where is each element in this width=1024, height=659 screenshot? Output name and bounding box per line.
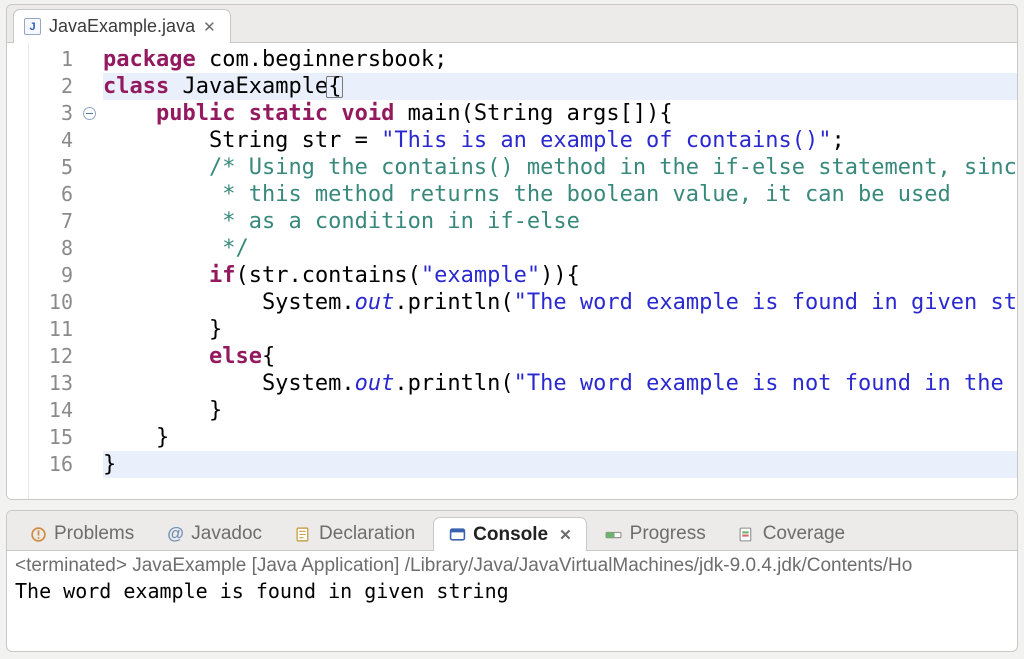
code-line[interactable]: if(str.contains("example")){ [103, 262, 1017, 289]
tab-coverage[interactable]: Coverage [724, 517, 859, 551]
tab-label: Declaration [319, 523, 415, 545]
tab-label: Javadoc [191, 523, 262, 545]
console-status-line: <terminated> JavaExample [Java Applicati… [15, 555, 1009, 577]
line-number-gutter: 12345678910111213141516 [29, 43, 81, 499]
bottom-tabbar: Problems @ Javadoc Declaration Console ✕ Progr… [7, 511, 1017, 551]
code-line[interactable]: System.out.println("The word example is … [103, 289, 1017, 316]
line-number: 14 [29, 397, 81, 424]
code-line[interactable]: String str = "This is an example of cont… [103, 127, 1017, 154]
editor-panel: J JavaExample.java ✕ 1234567891011121314… [6, 4, 1018, 500]
line-number: 2 [29, 73, 81, 100]
line-number: 1 [29, 46, 81, 73]
code-line[interactable]: } [103, 316, 1017, 343]
code-line[interactable]: */ [103, 235, 1017, 262]
java-file-icon: J [24, 18, 41, 35]
code-area[interactable]: package com.beginnersbook;class JavaExam… [103, 43, 1017, 499]
bottom-panel: Problems @ Javadoc Declaration Console ✕ Progr… [6, 510, 1018, 652]
line-number: 4 [29, 127, 81, 154]
code-line[interactable]: * as a condition in if-else [103, 208, 1017, 235]
tab-progress[interactable]: Progress [591, 517, 720, 551]
tab-console[interactable]: Console ✕ [433, 517, 587, 551]
editor-tabbar: J JavaExample.java ✕ [7, 5, 1017, 43]
line-number: 10 [29, 289, 81, 316]
code-line[interactable]: public static void main(String args[]){ [103, 100, 1017, 127]
console-body: <terminated> JavaExample [Java Applicati… [7, 551, 1017, 605]
code-line[interactable]: } [103, 451, 1017, 478]
line-number: 3 [29, 100, 81, 127]
tab-label: Problems [54, 523, 134, 545]
line-number: 12 [29, 343, 81, 370]
code-line[interactable]: System.out.println("The word example is … [103, 370, 1017, 397]
overview-ruler [7, 43, 29, 499]
line-number: 13 [29, 370, 81, 397]
code-line[interactable]: else{ [103, 343, 1017, 370]
editor-tab-javaexample[interactable]: J JavaExample.java ✕ [13, 9, 231, 43]
code-line[interactable]: package com.beginnersbook; [103, 46, 1017, 73]
console-icon [448, 526, 466, 544]
line-number: 11 [29, 316, 81, 343]
line-number: 9 [29, 262, 81, 289]
tab-problems[interactable]: Problems [15, 517, 148, 551]
decl-icon [294, 525, 312, 543]
line-number: 16 [29, 451, 81, 478]
line-number: 5 [29, 154, 81, 181]
editor-tab-filename: JavaExample.java [49, 16, 195, 37]
code-line[interactable]: /* Using the contains() method in the if… [103, 154, 1017, 181]
tab-javadoc[interactable]: @ Javadoc [152, 517, 276, 551]
tab-label: Progress [630, 523, 706, 545]
line-number: 6 [29, 181, 81, 208]
javadoc-icon: @ [166, 525, 184, 543]
code-line[interactable]: class JavaExample{ [103, 73, 1017, 100]
line-number: 15 [29, 424, 81, 451]
line-number: 7 [29, 208, 81, 235]
close-icon[interactable]: ✕ [203, 18, 216, 36]
close-icon[interactable]: ✕ [559, 526, 572, 544]
coverage-icon [738, 525, 756, 543]
editor-body: 12345678910111213141516 package com.begi… [7, 43, 1017, 499]
tab-declaration[interactable]: Declaration [280, 517, 429, 551]
tab-label: Console [473, 524, 548, 546]
code-line[interactable]: * this method returns the boolean value,… [103, 181, 1017, 208]
progress-icon [605, 525, 623, 543]
code-line[interactable]: } [103, 397, 1017, 424]
tab-label: Coverage [763, 523, 845, 545]
problems-icon [29, 525, 47, 543]
console-output: The word example is found in given strin… [15, 577, 1009, 605]
line-number: 8 [29, 235, 81, 262]
fold-toggle-icon[interactable] [83, 107, 96, 120]
code-line[interactable]: } [103, 424, 1017, 451]
